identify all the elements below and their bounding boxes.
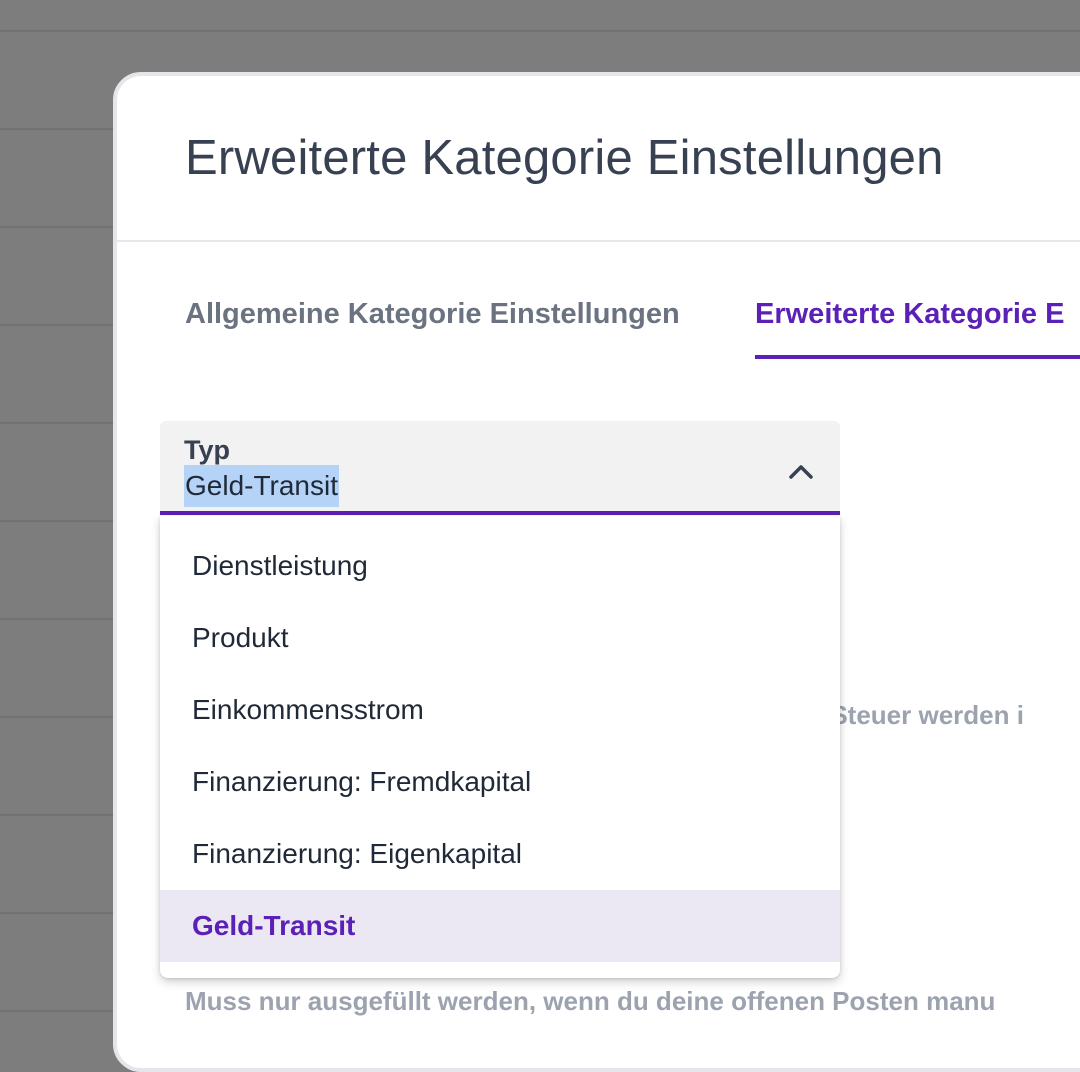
field-hint-text: Muss nur ausgefüllt werden, wenn du dein…	[185, 986, 996, 1016]
dropdown-option-eigenkapital[interactable]: Finanzierung: Eigenkapital	[160, 818, 840, 890]
chevron-up-icon[interactable]	[786, 459, 816, 483]
type-dropdown-menu: Dienstleistung Produkt Einkommensstrom F…	[160, 516, 840, 978]
active-tab-indicator	[755, 355, 1080, 359]
type-select[interactable]: Typ Geld-Transit	[160, 421, 840, 515]
field-hint-text: r Steuer werden i	[813, 700, 1024, 730]
background-row-divider	[0, 30, 1080, 32]
dropdown-option-fremdkapital[interactable]: Finanzierung: Fremdkapital	[160, 746, 840, 818]
type-select-value[interactable]: Geld-Transit	[184, 465, 340, 507]
modal-title: Erweiterte Kategorie Einstellungen	[185, 131, 944, 185]
tab-advanced-settings[interactable]: Erweiterte Kategorie E	[755, 298, 1064, 331]
dropdown-option-produkt[interactable]: Produkt	[160, 602, 840, 674]
modal-header: Erweiterte Kategorie Einstellungen	[117, 76, 1080, 242]
tab-general-settings[interactable]: Allgemeine Kategorie Einstellungen	[185, 298, 680, 331]
dropdown-option-dienstleistung[interactable]: Dienstleistung	[160, 530, 840, 602]
type-select-label: Typ	[184, 435, 230, 465]
dropdown-option-geld-transit[interactable]: Geld-Transit	[160, 890, 840, 962]
dropdown-option-einkommensstrom[interactable]: Einkommensstrom	[160, 674, 840, 746]
